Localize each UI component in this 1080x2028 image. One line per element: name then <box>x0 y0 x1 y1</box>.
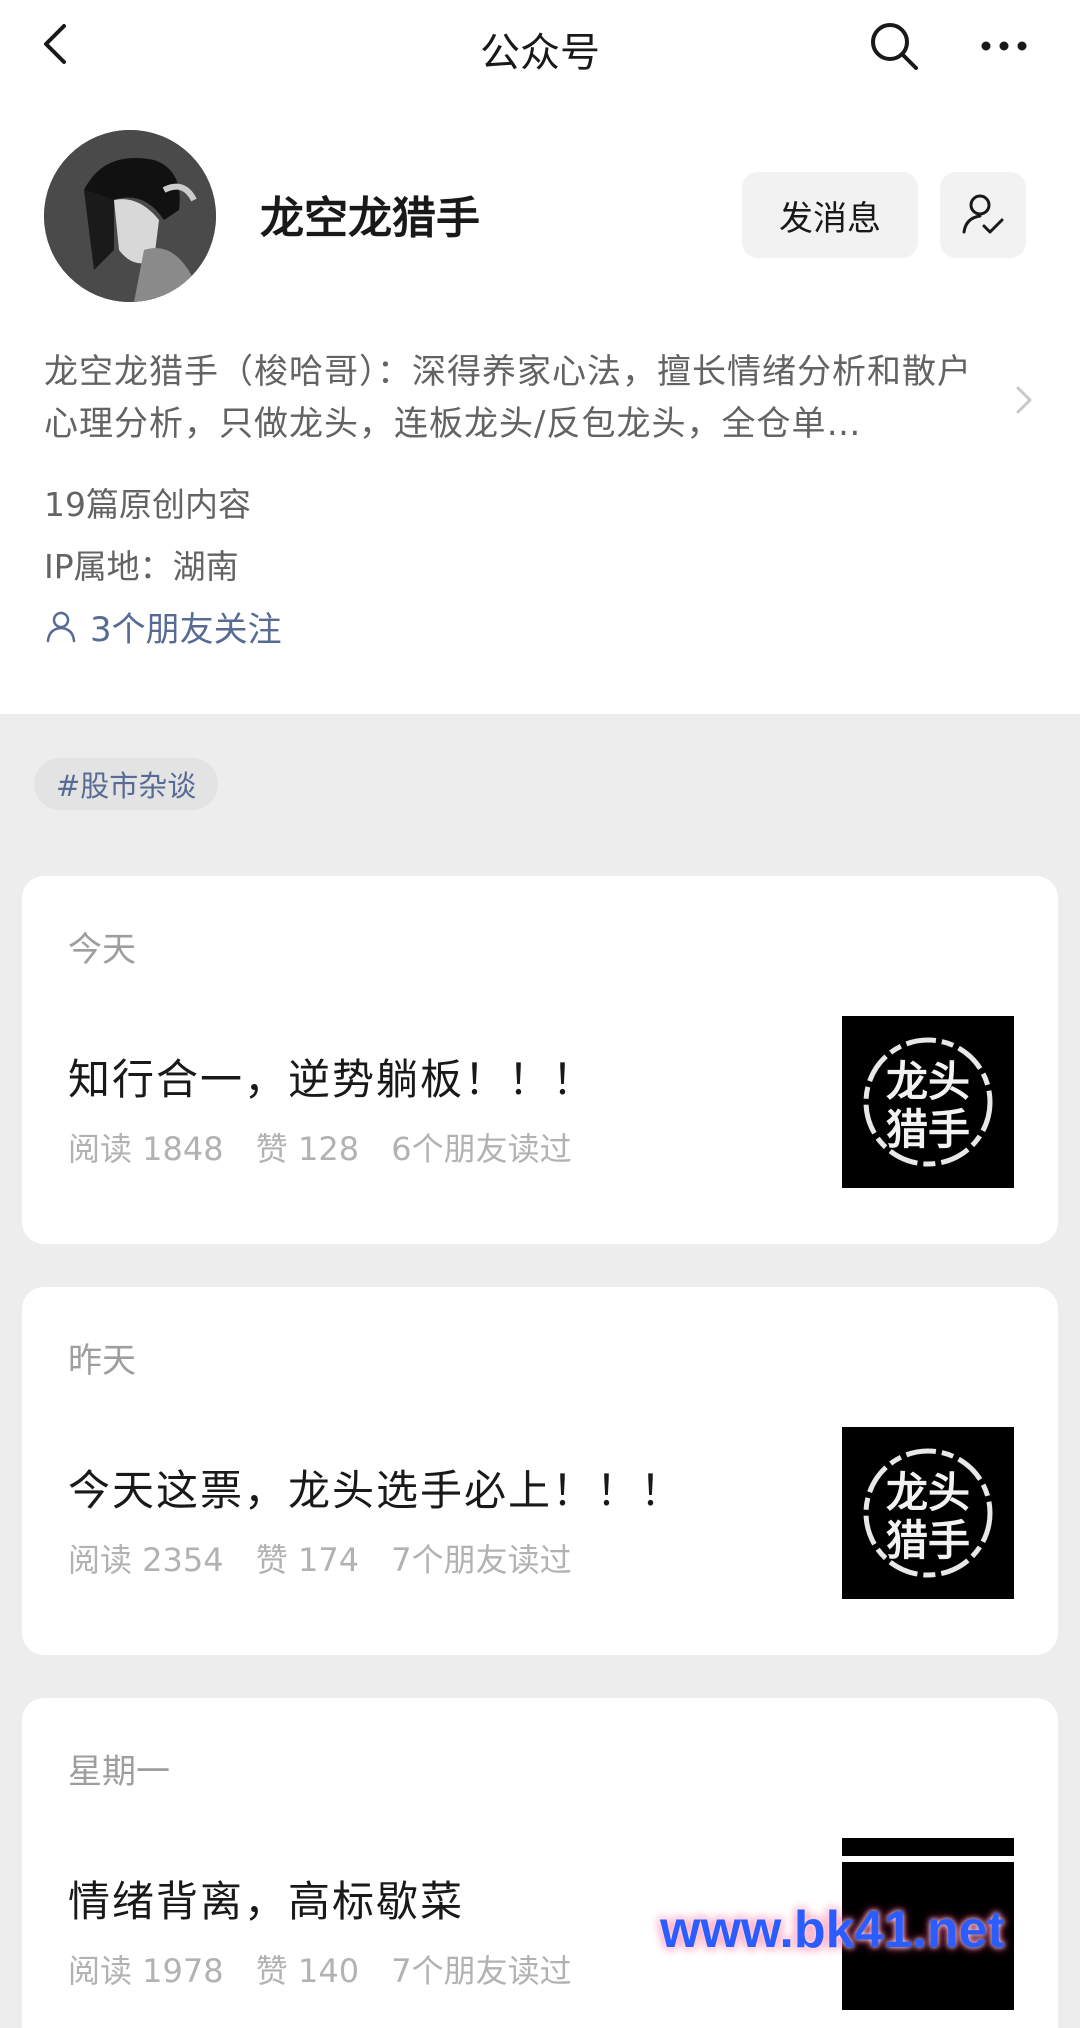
send-message-button[interactable]: 发消息 <box>742 172 918 258</box>
ip-location: IP属地：湖南 <box>44 547 239 586</box>
follow-button[interactable] <box>940 172 1026 258</box>
friends-following[interactable]: 3个朋友关注 <box>44 602 282 651</box>
article-stats: 阅读 1978 赞 140 7个朋友读过 <box>68 1946 594 1992</box>
topic-tag[interactable]: #股市杂谈 <box>34 758 219 810</box>
article-card[interactable]: 昨天 今天这票，龙头选手必上！！！ 阅读 2354 赞 174 7个朋友读过 龙… <box>22 1287 1058 1655</box>
profile-header: 龙空龙猎手 发消息 龙空龙猎手（梭哈哥）：深得养家心法，擅长情绪分析和散户心理分… <box>0 92 1080 714</box>
like-count: 赞 174 <box>255 1541 360 1579</box>
article-date: 昨天 <box>68 1341 136 1381</box>
article-date: 星期一 <box>68 1752 170 1792</box>
article-stats: 阅读 1848 赞 128 6个朋友读过 <box>68 1124 594 1170</box>
friends-read: 7个朋友读过 <box>391 1952 572 1990</box>
avatar[interactable] <box>44 130 216 302</box>
original-content-count: 19篇原创内容 <box>44 485 251 524</box>
user-check-icon <box>962 194 1004 234</box>
friends-read: 6个朋友读过 <box>391 1130 572 1168</box>
friends-following-label: 3个朋友关注 <box>90 610 282 650</box>
more-icon[interactable] <box>976 18 1032 74</box>
article-title[interactable]: 知行合一，逆势躺板！！！ <box>68 1046 596 1107</box>
account-name: 龙空龙猎手 <box>260 193 480 244</box>
like-count: 赞 140 <box>255 1952 360 1990</box>
chevron-right-icon[interactable] <box>1010 380 1038 420</box>
thumbnail-text: 猎手 <box>886 1105 970 1154</box>
article-stats: 阅读 2354 赞 174 7个朋友读过 <box>68 1535 594 1581</box>
thumbnail-text: 猎手 <box>886 1516 970 1565</box>
watermark: www.bk41.net <box>660 1901 1005 1959</box>
friends-icon <box>46 611 76 642</box>
thumbnail-text: 龙头 <box>886 1057 970 1106</box>
read-count: 阅读 1978 <box>68 1952 224 1990</box>
search-icon[interactable] <box>866 18 922 74</box>
article-thumbnail[interactable]: 龙头 猎手 <box>842 1427 1014 1599</box>
read-count: 阅读 1848 <box>68 1130 224 1168</box>
avatar-image <box>44 130 216 302</box>
account-intro[interactable]: 龙空龙猎手（梭哈哥）：深得养家心法，擅长情绪分析和散户心理分析，只做龙头，连板龙… <box>44 346 1004 450</box>
nav-bar: 公众号 <box>0 0 1080 92</box>
like-count: 赞 128 <box>255 1130 360 1168</box>
article-title[interactable]: 今天这票，龙头选手必上！！！ <box>68 1457 684 1518</box>
thumbnail-text: 龙头 <box>886 1468 970 1517</box>
article-thumbnail[interactable]: 龙头 猎手 <box>842 1016 1014 1188</box>
read-count: 阅读 2354 <box>68 1541 224 1579</box>
article-card[interactable]: 今天 知行合一，逆势躺板！！！ 阅读 1848 赞 128 6个朋友读过 龙头 … <box>22 876 1058 1244</box>
official-account-page: 公众号 龙空龙猎手 发消息 龙空龙猎手（梭哈哥）：深得养家心法，擅长情绪分析和散… <box>0 0 1080 2028</box>
article-title[interactable]: 情绪背离，高标歇菜 <box>68 1868 464 1929</box>
article-card[interactable]: 星期一 情绪背离，高标歇菜 阅读 1978 赞 140 7个朋友读过 <box>22 1698 1058 2028</box>
friends-read: 7个朋友读过 <box>391 1541 572 1579</box>
article-date: 今天 <box>68 930 136 970</box>
